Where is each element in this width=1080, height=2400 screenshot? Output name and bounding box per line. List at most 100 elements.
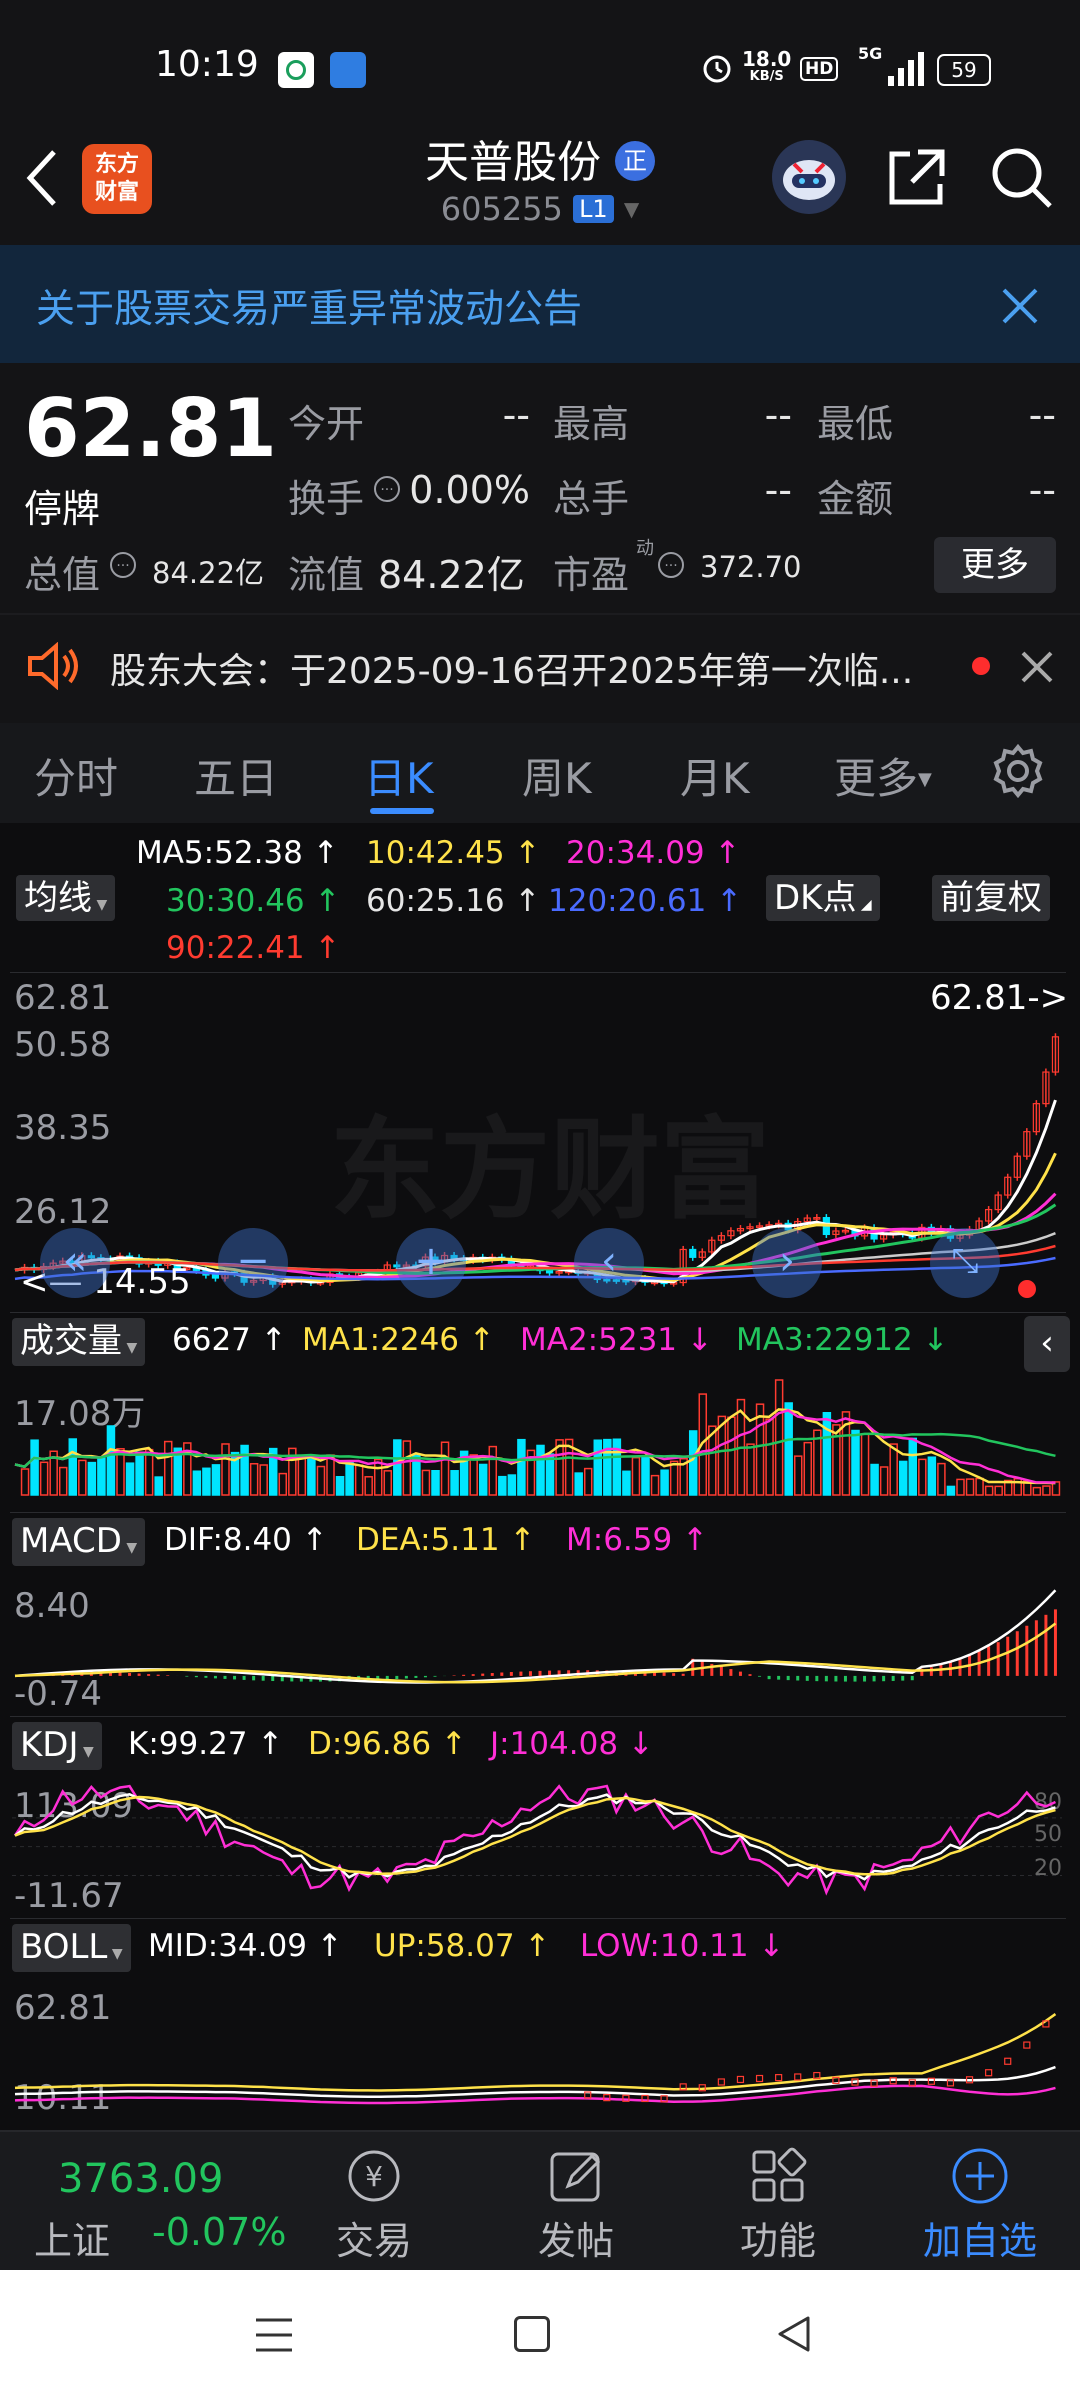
tab-weekly-k[interactable]: 周K: [522, 745, 592, 806]
volume-bar: [927, 1456, 937, 1496]
post-icon[interactable]: [546, 2146, 606, 2206]
volume-bar: [688, 1430, 698, 1496]
boll-mid: MID:34.09 ↑: [148, 1928, 343, 1964]
market-cap-label: 总值: [24, 553, 101, 597]
volume-bar: [536, 1444, 545, 1496]
assistant-robot-icon[interactable]: [772, 140, 846, 214]
home-icon[interactable]: [514, 2316, 550, 2352]
ma120-value: 120:20.61 ↑: [548, 883, 743, 919]
volume-bar: [498, 1475, 507, 1496]
add-watchlist-label[interactable]: 加自选: [904, 2210, 1056, 2265]
candle: [545, 1269, 554, 1274]
volume-bar: [478, 1463, 488, 1496]
volume-bar: [765, 1418, 774, 1496]
trading-status: 停牌: [24, 487, 101, 531]
macd-indicator-button[interactable]: MACD ▼: [12, 1518, 146, 1566]
kdj-d: D:96.86 ↑: [308, 1726, 467, 1762]
add-icon[interactable]: [950, 2146, 1010, 2206]
index-value[interactable]: 3763.09: [58, 2156, 223, 2202]
volume-bar: [918, 1458, 927, 1496]
ma-selector-button[interactable]: 均线 ▼: [16, 875, 116, 921]
ma-lines: [14, 1099, 1057, 1284]
high-label: 最高: [553, 402, 630, 446]
boll-mid-line: [14, 2065, 1056, 2099]
gear-icon[interactable]: [990, 743, 1046, 799]
collapse-panel-icon[interactable]: ‹: [1024, 1316, 1070, 1372]
volume-bar: [669, 1460, 679, 1496]
tab-five-day[interactable]: 五日: [194, 745, 278, 806]
info-icon[interactable]: ···: [110, 552, 136, 578]
ma90-value: 90:22.41 ↑: [166, 930, 341, 966]
boll-candle: [755, 2074, 764, 2083]
last-price-tag: 62.81->: [930, 978, 1069, 1018]
volume-bar: [78, 1459, 87, 1496]
volume-bar: [259, 1464, 268, 1496]
volume-bar: [87, 1461, 97, 1496]
pe-value: 372.70: [700, 550, 802, 584]
turnover-value: 0.00%: [409, 468, 530, 512]
functions-label[interactable]: 功能: [718, 2210, 838, 2265]
more-button[interactable]: 更多: [934, 537, 1056, 593]
back-nav-icon[interactable]: [774, 2314, 814, 2354]
share-icon[interactable]: [884, 144, 950, 210]
info-icon[interactable]: ···: [374, 476, 400, 502]
index-change[interactable]: -0.07%: [152, 2210, 286, 2254]
scroll-left-fast-icon[interactable]: «: [40, 1228, 110, 1298]
index-name[interactable]: 上证: [34, 2210, 110, 2265]
kdj-chart[interactable]: [0, 1776, 1080, 1916]
kline-candles: [20, 1033, 1060, 1288]
scroll-left-icon[interactable]: ‹: [574, 1228, 644, 1298]
fullscreen-icon[interactable]: ⤡: [930, 1228, 1000, 1298]
boll-chart[interactable]: [0, 1978, 1080, 2128]
ma5-value: MA5:52.38 ↑: [136, 835, 339, 871]
low-label: 最低: [817, 402, 894, 446]
volume-bar: [650, 1474, 660, 1496]
tab-monthly-k[interactable]: 月K: [680, 745, 750, 806]
volume-bar: [889, 1443, 898, 1496]
kline-chart[interactable]: [0, 972, 1080, 1312]
tab-intraday[interactable]: 分时: [34, 745, 118, 806]
scroll-right-icon[interactable]: ›: [752, 1228, 822, 1298]
post-label[interactable]: 发帖: [516, 2210, 636, 2265]
functions-icon[interactable]: [748, 2146, 808, 2206]
trade-icon[interactable]: ¥: [342, 2146, 406, 2206]
volume-bar: [125, 1462, 135, 1496]
boll-candle: [794, 2073, 802, 2081]
kdj-indicator-button[interactable]: KDJ ▼: [12, 1722, 102, 1770]
svg-text:¥: ¥: [365, 2160, 383, 2193]
kdj-j: J:104.08 ↓: [490, 1726, 654, 1762]
zoom-out-icon[interactable]: −: [218, 1228, 288, 1298]
volume-bar: [727, 1416, 736, 1496]
volume-bar: [335, 1475, 345, 1496]
announcement-text[interactable]: 股东大会：于2025-09-16召开2025年第一次临...: [110, 642, 913, 694]
boll-indicator-button[interactable]: BOLL ▼: [12, 1924, 131, 1972]
volume-bar: [450, 1470, 459, 1496]
volume-bar: [345, 1461, 354, 1496]
open-label: 今开: [288, 402, 365, 446]
volume-indicator-button[interactable]: 成交量 ▼: [12, 1318, 146, 1366]
close-icon[interactable]: [1000, 286, 1040, 326]
volume-chart[interactable]: [0, 1370, 1080, 1510]
float-cap-label: 流值: [288, 553, 365, 597]
volume-bar: [813, 1429, 822, 1496]
close-icon[interactable]: [1020, 650, 1054, 684]
amount-label: 金额: [817, 477, 894, 521]
low-value: --: [1028, 393, 1056, 437]
tab-daily-k[interactable]: 日K: [364, 745, 434, 806]
volume-bar: [364, 1476, 373, 1496]
info-icon[interactable]: ···: [658, 552, 684, 578]
notice-text[interactable]: 关于股票交易严重异常波动公告: [36, 278, 582, 334]
zoom-in-icon[interactable]: +: [396, 1228, 466, 1298]
status-bar: 10:19 18.0 KB/S HD 5G 59: [0, 0, 1080, 135]
price-axis-3: 38.35: [14, 1108, 112, 1148]
volume-bar: [354, 1464, 364, 1496]
trade-label[interactable]: 交易: [314, 2210, 434, 2265]
amount-value: --: [1028, 468, 1056, 512]
search-icon[interactable]: [988, 144, 1054, 210]
volume-bar: [221, 1443, 230, 1496]
adjust-mode-button[interactable]: 前复权: [932, 875, 1050, 921]
tab-more[interactable]: 更多▼: [834, 745, 932, 806]
menu-icon[interactable]: [254, 2316, 294, 2354]
macd-chart[interactable]: [0, 1574, 1080, 1714]
dk-point-button[interactable]: DK点 ◢: [766, 875, 880, 921]
